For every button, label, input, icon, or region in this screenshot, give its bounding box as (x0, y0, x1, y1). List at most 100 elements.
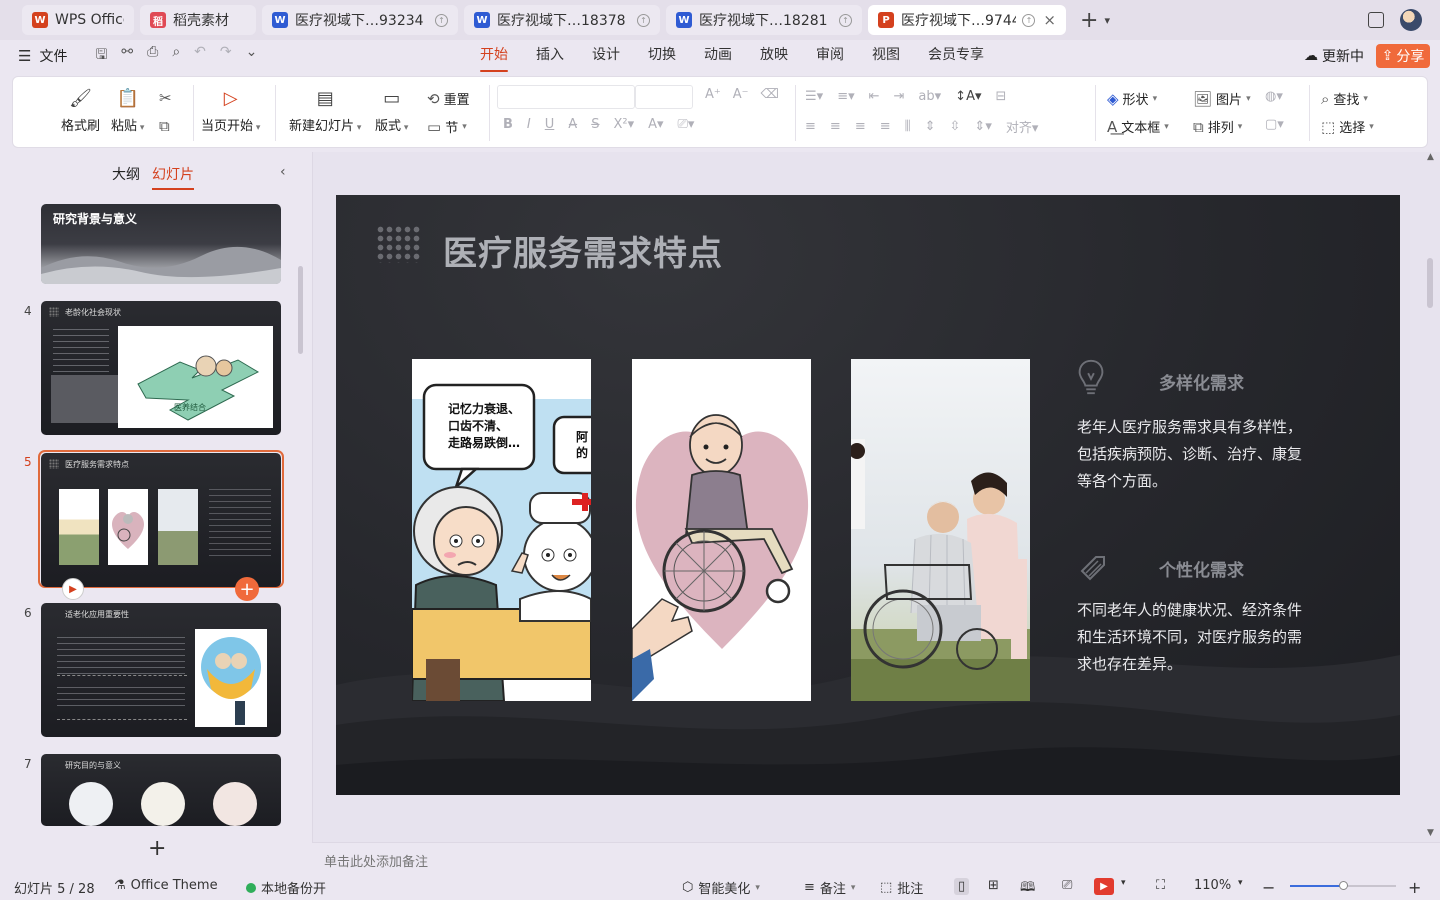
update-button[interactable]: ☁ 更新中 (1304, 46, 1364, 66)
underline-icon[interactable]: U (545, 117, 555, 132)
distribute-icon[interactable]: ⊟ (995, 89, 1006, 104)
elderly-comic-picture[interactable]: 记忆力衰退、 口齿不清、 走路易跌倒… 阿的 (412, 359, 591, 701)
link-icon[interactable]: ⚯ (121, 44, 133, 68)
justify-icon[interactable]: ≡ (880, 119, 891, 134)
tab-docer[interactable]: 稻 稻壳素材 (140, 5, 256, 35)
presenter-view-icon[interactable]: ⎚ (1062, 878, 1072, 893)
nurse-elderly-photo[interactable] (851, 359, 1030, 701)
arrange-button[interactable]: ⧉ 排列 ▾ (1193, 117, 1242, 137)
decrease-indent-icon[interactable]: ⇤ (869, 89, 880, 104)
scroll-down-arrow-icon[interactable]: ▼ (1427, 828, 1434, 838)
reset-button[interactable]: ⟲ 重置 (427, 89, 470, 109)
normal-view-icon[interactable]: ▯ (954, 878, 970, 895)
bullet-list-icon[interactable]: ☰▾ (805, 89, 823, 104)
notes-pane[interactable]: 单击此处添加备注 (312, 842, 1440, 872)
theme-button[interactable]: ⚗ Office Theme (114, 878, 218, 893)
editor-scrollbar[interactable] (1427, 258, 1433, 308)
ribbon-tab[interactable]: 会员专享 (914, 40, 998, 72)
slide-thumbnail-current[interactable]: 医疗服务需求特点 (41, 453, 281, 587)
zoom-slider-handle[interactable] (1339, 881, 1348, 890)
cloud-upload-icon[interactable]: ↑ (637, 13, 650, 27)
play-from-current-button[interactable]: ▷ 当页开始 ▾ (201, 85, 260, 135)
slide-thumbnail[interactable]: 研究背景与意义 (41, 204, 281, 284)
backup-status[interactable]: 本地备份开 (246, 878, 326, 897)
align-text-button[interactable]: 对齐▾ (1006, 117, 1039, 136)
picture-button[interactable]: 🖼 图片 ▾ (1193, 89, 1251, 109)
close-tab-icon[interactable]: × (1043, 11, 1056, 29)
tab-outline[interactable]: 大纲 (112, 164, 140, 190)
bold-icon[interactable]: B (503, 117, 513, 132)
clear-format-icon[interactable]: ⌫ (761, 87, 779, 102)
tab-document[interactable]: W 医疗视域下…18281 ↑ (666, 5, 862, 35)
align-center-icon[interactable]: ≡ (830, 119, 841, 134)
sort-icon[interactable]: ↕A▾ (955, 89, 981, 104)
ribbon-tab[interactable]: 放映 (746, 40, 802, 72)
font-color-icon[interactable]: A▾ (648, 117, 663, 132)
superscript-icon[interactable]: X²▾ (613, 117, 634, 132)
fit-to-window-icon[interactable]: ⛶ (1156, 878, 1165, 893)
share-button[interactable]: ⇪ 分享 (1376, 44, 1430, 68)
shadow-text-icon[interactable]: S̶ (591, 117, 599, 132)
ribbon-tab[interactable]: 设计 (578, 40, 634, 72)
scroll-up-arrow-icon[interactable]: ▲ (1427, 152, 1434, 162)
numbered-list-icon[interactable]: ≡▾ (837, 89, 854, 104)
ribbon-tab[interactable]: 切换 (634, 40, 690, 72)
file-menu[interactable]: 文件 (39, 46, 67, 66)
feature-text-diversity[interactable]: 老年人医疗服务需求具有多样性，包括疾病预防、诊断、治疗、康复等各个方面。 (1077, 414, 1311, 495)
select-button[interactable]: ⬚ 选择 ▾ (1321, 117, 1374, 137)
feature-title-personalization[interactable]: 个性化需求 (1159, 556, 1244, 581)
ribbon-tab[interactable]: 开始 (466, 40, 522, 72)
align-left-icon[interactable]: ≡ (805, 119, 816, 134)
zoom-out-icon[interactable]: − (1262, 878, 1275, 897)
increase-indent-icon[interactable]: ⇥ (894, 89, 905, 104)
add-slide-after-icon[interactable]: + (235, 577, 259, 601)
cloud-upload-icon[interactable]: ↑ (839, 13, 852, 27)
section-button[interactable]: ▭ 节 ▾ (427, 117, 467, 137)
add-slide-icon[interactable]: + (148, 836, 166, 861)
print-icon[interactable]: ⎙ (147, 44, 158, 68)
ribbon-tab[interactable]: 插入 (522, 40, 578, 72)
comments-button[interactable]: ⬚ 批注 (880, 878, 923, 897)
tab-document[interactable]: W 医疗视域下…18378 ↑ (464, 5, 660, 35)
cut-icon[interactable]: ✂ (159, 89, 172, 107)
redo-icon[interactable]: ↷ (220, 44, 232, 68)
notes-toggle-button[interactable]: ≡ 备注 ▾ (804, 878, 855, 897)
align-right-icon[interactable]: ≡ (855, 119, 866, 134)
feature-title-diversity[interactable]: 多样化需求 (1159, 369, 1244, 394)
paste-button[interactable]: 📋 粘贴 ▾ (111, 85, 144, 135)
slide-thumbnail[interactable]: 适老化应用重要性 (41, 603, 281, 737)
cloud-upload-icon[interactable]: ↑ (435, 13, 448, 27)
shape-button[interactable]: ◈ 形状 ▾ (1107, 89, 1157, 109)
cloud-upload-icon[interactable]: ↑ (1022, 13, 1036, 27)
layout-button[interactable]: ▭ 版式 ▾ (375, 85, 408, 135)
current-slide-canvas[interactable]: 医疗服务需求特点 记忆力衰退、 口齿不清、 走路易跌倒… 阿的 多样化需求 老年… (336, 195, 1400, 795)
slide-thumbnail[interactable]: 研究目的与意义 (41, 754, 281, 826)
new-tab-plus-icon[interactable]: + (1080, 8, 1098, 33)
highlight-icon[interactable]: ⎚▾ (678, 117, 695, 132)
play-slide-icon[interactable]: ▶ (62, 578, 84, 600)
outline-color-icon[interactable]: ▢▾ (1265, 117, 1284, 132)
wheelchair-heart-picture[interactable] (632, 359, 811, 701)
textbox-button[interactable]: A͟ 文本框 ▾ (1107, 117, 1169, 137)
undo-icon[interactable]: ↶ (194, 44, 206, 68)
slide-title[interactable]: 医疗服务需求特点 (443, 226, 723, 275)
tab-presentation-active[interactable]: P 医疗视域下…97446 ↑ × (868, 5, 1066, 35)
print-preview-icon[interactable]: ⌕ (172, 44, 180, 68)
quick-access-chevron-icon[interactable]: ⌄ (246, 44, 258, 68)
ribbon-tab[interactable]: 审阅 (802, 40, 858, 72)
zoom-dropdown-chevron-icon[interactable]: ▾ (1238, 878, 1243, 888)
columns-icon[interactable]: ⫼ (905, 119, 911, 134)
find-button[interactable]: ⌕ 查找 ▾ (1321, 89, 1368, 109)
panel-scrollbar[interactable] (298, 266, 303, 354)
fill-color-icon[interactable]: ◍▾ (1265, 89, 1283, 104)
italic-icon[interactable]: I (527, 117, 531, 132)
save-icon[interactable]: 🖫 (95, 44, 107, 68)
font-family-select[interactable] (497, 85, 635, 109)
spacing-dropdown-icon[interactable]: ⇕▾ (974, 119, 991, 134)
feature-text-personalization[interactable]: 不同老年人的健康状况、经济条件和生活环境不同，对医疗服务的需求也存在差异。 (1077, 597, 1311, 678)
tab-slides[interactable]: 幻灯片 (152, 164, 194, 190)
tab-wps-home[interactable]: W WPS Office (22, 5, 134, 35)
chevron-down-icon[interactable]: ▾ (1104, 14, 1110, 27)
tab-document[interactable]: W 医疗视域下…93234 ↑ (262, 5, 458, 35)
collapse-panel-icon[interactable]: ‹ (280, 164, 286, 180)
